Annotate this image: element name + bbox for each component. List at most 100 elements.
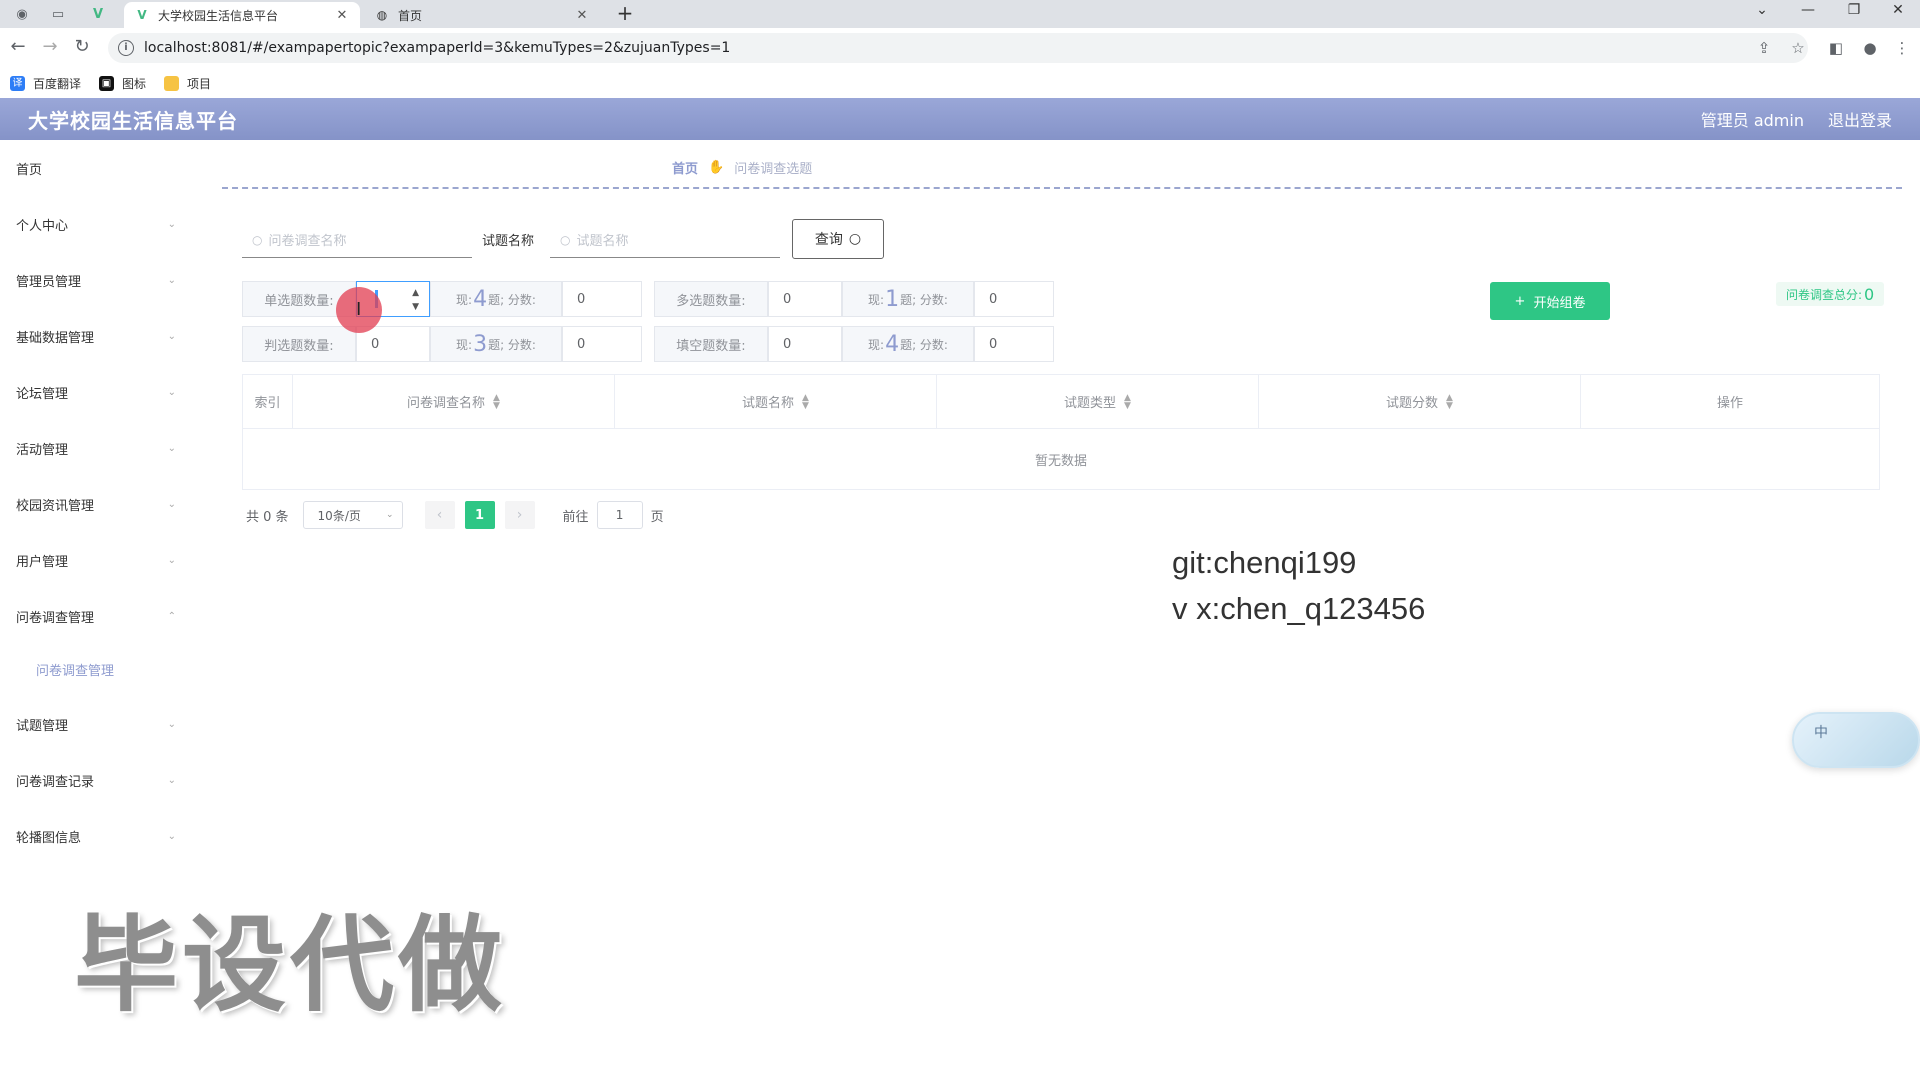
have-prefix: 现:: [868, 292, 885, 307]
prev-page-button[interactable]: ‹: [424, 501, 455, 529]
chevron-down-icon: ⌄: [386, 510, 394, 520]
sidebar-item-label: 管理员管理: [16, 274, 82, 290]
fill-score-input[interactable]: 0: [974, 326, 1054, 362]
goto-page-input[interactable]: 1: [596, 501, 643, 529]
user-label: 管理员 admin: [1700, 111, 1804, 130]
have-suffix: 题; 分数:: [900, 337, 948, 352]
sidebar-subitem-survey[interactable]: 问卷调查管理: [36, 660, 114, 679]
judge-count-label: 判选题数量:: [242, 326, 356, 362]
url-field[interactable]: i localhost:8081/#/exampapertopic?exampa…: [108, 33, 1808, 63]
multi-count-input[interactable]: 0: [768, 281, 842, 317]
tab-vue-icon[interactable]: V: [84, 3, 112, 25]
app-header: 大学校园生活信息平台 管理员 admin 退出登录: [0, 98, 1920, 140]
side-panel-icon[interactable]: ◧: [1824, 36, 1848, 60]
sidebar-item-label: 问卷调查记录: [16, 774, 95, 790]
question-name-search-input[interactable]: ○ 试题名称: [550, 222, 780, 258]
vue-logo-icon: V: [137, 8, 147, 22]
sort-icon[interactable]: ▲ ▼: [802, 393, 809, 410]
multi-score-input[interactable]: 0: [974, 281, 1054, 317]
fill-have-info: 现: 4 题; 分数:: [842, 326, 974, 362]
total-count: 共 0 条: [246, 509, 289, 525]
single-have-info: 现: 4 题; 分数:: [430, 281, 562, 317]
stepper-arrows-icon[interactable]: ▲ ▼: [412, 286, 419, 314]
column-header-question-score[interactable]: 试题分数 ▲ ▼: [1259, 375, 1581, 429]
column-header-paper-name[interactable]: 问卷调查名称 ▲ ▼: [293, 375, 615, 429]
paper-name-search-input[interactable]: ○ 问卷调查名称: [242, 222, 472, 258]
sort-icon[interactable]: ▲ ▼: [493, 393, 500, 410]
search-icon: ○: [252, 232, 263, 247]
sidebar-item-users[interactable]: 用户管理 ⌄: [16, 548, 176, 572]
info-icon[interactable]: i: [118, 40, 134, 56]
sidebar-item-label: 轮播图信息: [16, 830, 82, 846]
fill-count-label: 填空题数量:: [654, 326, 768, 362]
tab-title: 大学校园生活信息平台: [158, 8, 279, 23]
window-close-button[interactable]: ✕: [1876, 2, 1920, 24]
translate-icon: 译: [10, 75, 25, 91]
column-header-question-type[interactable]: 试题类型 ▲ ▼: [937, 375, 1259, 429]
chevron-down-icon: ⌄: [167, 718, 176, 730]
bookmark-baidu-translate[interactable]: 译 百度翻译: [10, 75, 81, 92]
sidebar-item-questions[interactable]: 试题管理 ⌄: [16, 712, 176, 736]
sidebar-item-forum[interactable]: 论坛管理 ⌄: [16, 380, 176, 404]
back-icon[interactable]: ←: [6, 36, 30, 60]
forward-icon[interactable]: →: [38, 36, 62, 60]
have-prefix: 现:: [868, 337, 885, 352]
judge-score-input[interactable]: 0: [562, 326, 642, 362]
sidebar-item-basedata[interactable]: 基础数据管理 ⌄: [16, 324, 176, 348]
sidebar-item-admin[interactable]: 管理员管理 ⌄: [16, 268, 176, 292]
bookmark-project[interactable]: 项目: [164, 75, 211, 92]
fill-count-input[interactable]: 0: [768, 326, 842, 362]
pagination: 共 0 条 10条/页 ⌄ ‹ 1 › 前往 1 页: [246, 501, 664, 529]
sidebar-item-label: 试题管理: [16, 718, 69, 734]
profile-icon[interactable]: ●: [1858, 36, 1882, 60]
single-score-input[interactable]: 0: [562, 281, 642, 317]
start-compose-button[interactable]: + 开始组卷: [1490, 282, 1610, 320]
new-tab-button[interactable]: +: [612, 3, 638, 25]
page-number-current[interactable]: 1: [464, 501, 495, 529]
search-icon: ○: [848, 231, 862, 247]
next-page-button[interactable]: ›: [504, 501, 535, 529]
star-icon[interactable]: ☆: [1786, 36, 1810, 60]
breadcrumb-home[interactable]: 首页: [672, 158, 698, 177]
tab-search-icon[interactable]: ◉: [8, 3, 36, 25]
tab-search-button[interactable]: ⌄: [1740, 2, 1784, 24]
sidebar: 首页 个人中心 ⌄ 管理员管理 ⌄ 基础数据管理 ⌄ 论坛管理 ⌄ 活动管理 ⌄ 校园资讯…: [0, 140, 190, 860]
column-header-index: 索引: [243, 375, 293, 429]
bookmark-icons[interactable]: ▣ 图标: [99, 75, 146, 92]
tab-blank-icon[interactable]: ▭: [44, 3, 72, 25]
column-label: 试题分数: [1386, 396, 1439, 411]
close-icon[interactable]: ✕: [574, 8, 590, 23]
reload-icon[interactable]: ↻: [70, 36, 94, 60]
sidebar-item-news[interactable]: 校园资讯管理 ⌄: [16, 492, 176, 516]
logout-link[interactable]: 退出登录: [1828, 107, 1892, 131]
sidebar-item-activity[interactable]: 活动管理 ⌄: [16, 436, 176, 460]
sort-icon[interactable]: ▲ ▼: [1446, 393, 1453, 410]
have-prefix: 现:: [456, 292, 473, 307]
share-icon[interactable]: ⇪: [1752, 36, 1776, 60]
query-button[interactable]: 查询 ○: [792, 219, 884, 259]
sidebar-item-home[interactable]: 首页: [16, 156, 176, 180]
browser-tab[interactable]: ◍ 首页 ✕: [364, 2, 600, 28]
have-count: 4: [885, 331, 900, 357]
minimize-button[interactable]: —: [1786, 2, 1830, 24]
ime-floating-widget[interactable]: 中: [1792, 712, 1920, 768]
restore-button[interactable]: ❐: [1832, 2, 1876, 24]
page-size-select[interactable]: 10条/页 ⌄: [302, 501, 403, 529]
sidebar-item-carousel[interactable]: 轮播图信息 ⌄: [16, 824, 176, 848]
breadcrumb-current: 问卷调查选题: [734, 162, 813, 177]
sidebar-item-label: 基础数据管理: [16, 330, 95, 346]
text-cursor-icon: I: [356, 299, 362, 320]
column-header-question-name[interactable]: 试题名称 ▲ ▼: [615, 375, 937, 429]
chevron-down-icon: ⌄: [167, 498, 176, 510]
sort-icon[interactable]: ▲ ▼: [1124, 393, 1131, 410]
close-icon[interactable]: ✕: [334, 8, 350, 23]
chevron-up-icon: ⌃: [167, 610, 176, 622]
page-suffix: 页: [650, 509, 664, 525]
browser-tab-active[interactable]: V 大学校园生活信息平台 ✕: [124, 2, 360, 28]
sidebar-item-survey-records[interactable]: 问卷调查记录 ⌄: [16, 768, 176, 792]
sidebar-item-profile[interactable]: 个人中心 ⌄: [16, 212, 176, 236]
tab-title: 首页: [398, 8, 423, 23]
menu-icon[interactable]: ⋮: [1890, 36, 1914, 60]
sidebar-item-survey[interactable]: 问卷调查管理 ⌃: [16, 604, 176, 628]
have-count: 4: [473, 286, 488, 312]
